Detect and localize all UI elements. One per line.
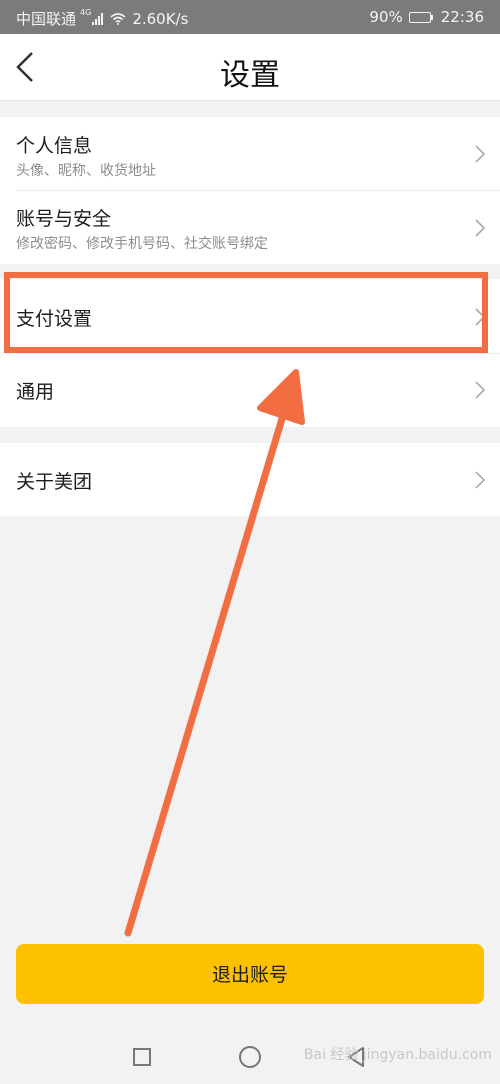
- settings-item-general[interactable]: 通用: [0, 353, 500, 427]
- settings-item-label: 通用: [16, 381, 55, 403]
- settings-group-about: 关于美团: [0, 443, 500, 516]
- settings-item-label: 关于美团: [16, 471, 93, 493]
- clock: 22:36: [440, 8, 484, 26]
- chevron-right-icon: [475, 219, 486, 237]
- status-bar: 中国联通 4G 2.60K/s 90% 22:36: [0, 0, 500, 34]
- battery-icon: [408, 11, 433, 23]
- signal-icon: [92, 12, 104, 25]
- page-title: 设置: [220, 58, 280, 93]
- settings-group-account: 个人信息 头像、昵称、收货地址 账号与安全 修改密码、修改手机号码、社交账号绑定: [0, 117, 500, 264]
- battery-level: 90%: [369, 8, 403, 26]
- wifi-icon: [110, 12, 126, 25]
- carrier-label: 中国联通: [16, 10, 77, 28]
- settings-item-account-security[interactable]: 账号与安全 修改密码、修改手机号码、社交账号绑定: [0, 190, 500, 264]
- watermark: Bai 经验 jingyan.baidu.com: [303, 1047, 492, 1063]
- network-speed: 2.60K/s: [132, 9, 189, 28]
- network-type: 4G: [80, 8, 92, 17]
- chevron-right-icon: [475, 145, 486, 163]
- settings-item-personal-info[interactable]: 个人信息 头像、昵称、收货地址: [0, 117, 500, 190]
- settings-item-label: 个人信息: [16, 135, 93, 157]
- header-bar: 设置: [0, 34, 500, 101]
- chevron-right-icon: [475, 471, 486, 489]
- logout-button[interactable]: 退出账号: [16, 944, 484, 1004]
- highlight-box: [4, 272, 488, 353]
- chevron-right-icon: [475, 381, 486, 399]
- home-icon[interactable]: [239, 1046, 261, 1068]
- recent-apps-icon[interactable]: [133, 1048, 151, 1066]
- settings-item-subtitle: 头像、昵称、收货地址: [16, 163, 156, 179]
- settings-item-label: 账号与安全: [16, 208, 112, 230]
- settings-item-subtitle: 修改密码、修改手机号码、社交账号绑定: [16, 236, 268, 252]
- settings-item-about[interactable]: 关于美团: [0, 443, 500, 516]
